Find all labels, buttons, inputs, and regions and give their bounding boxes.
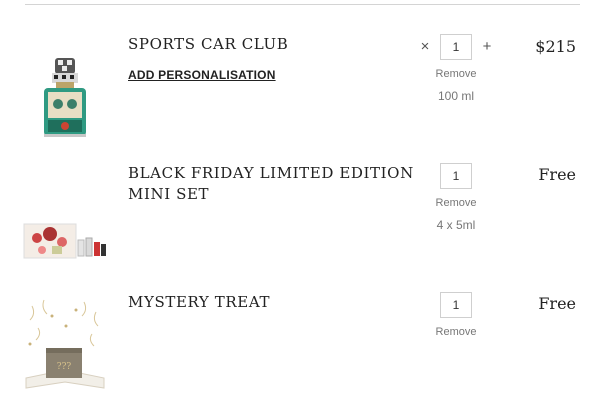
remove-button[interactable]: Remove xyxy=(412,68,500,80)
remove-button[interactable]: Remove xyxy=(412,326,500,338)
item-price: Free xyxy=(538,165,576,184)
item-title[interactable]: BLACK FRIDAY LIMITED EDITION MINI SET xyxy=(128,163,418,205)
add-personalisation-link[interactable]: ADD PERSONALISATION xyxy=(128,68,276,82)
quantity-input[interactable]: 1 xyxy=(440,163,472,189)
item-price: $215 xyxy=(535,37,576,56)
item-title[interactable]: SPORTS CAR CLUB xyxy=(128,34,418,55)
quantity-stepper: 1 Remove xyxy=(412,292,500,338)
increase-quantity-button[interactable]: + xyxy=(480,38,494,55)
quantity-stepper: 1 Remove 4 x 5ml xyxy=(412,163,500,232)
item-size: 100 ml xyxy=(437,89,475,103)
decrease-quantity-button[interactable]: × xyxy=(418,38,432,55)
quantity-stepper: × 1 + Remove 100 ml xyxy=(412,34,500,103)
mystery-box-label: ??? xyxy=(57,362,72,372)
item-price: Free xyxy=(538,294,576,313)
mystery-box-label-graphic: ??? xyxy=(57,362,72,372)
quantity-input[interactable]: 1 xyxy=(440,292,472,318)
perfume-bottle-image[interactable] xyxy=(22,58,108,140)
quantity-input[interactable]: 1 xyxy=(440,34,472,60)
item-size: 4 x 5ml xyxy=(436,218,476,232)
item-title[interactable]: MYSTERY TREAT xyxy=(128,292,418,313)
mini-set-image[interactable] xyxy=(22,218,108,266)
remove-button[interactable]: Remove xyxy=(412,197,500,209)
top-divider xyxy=(25,4,580,5)
